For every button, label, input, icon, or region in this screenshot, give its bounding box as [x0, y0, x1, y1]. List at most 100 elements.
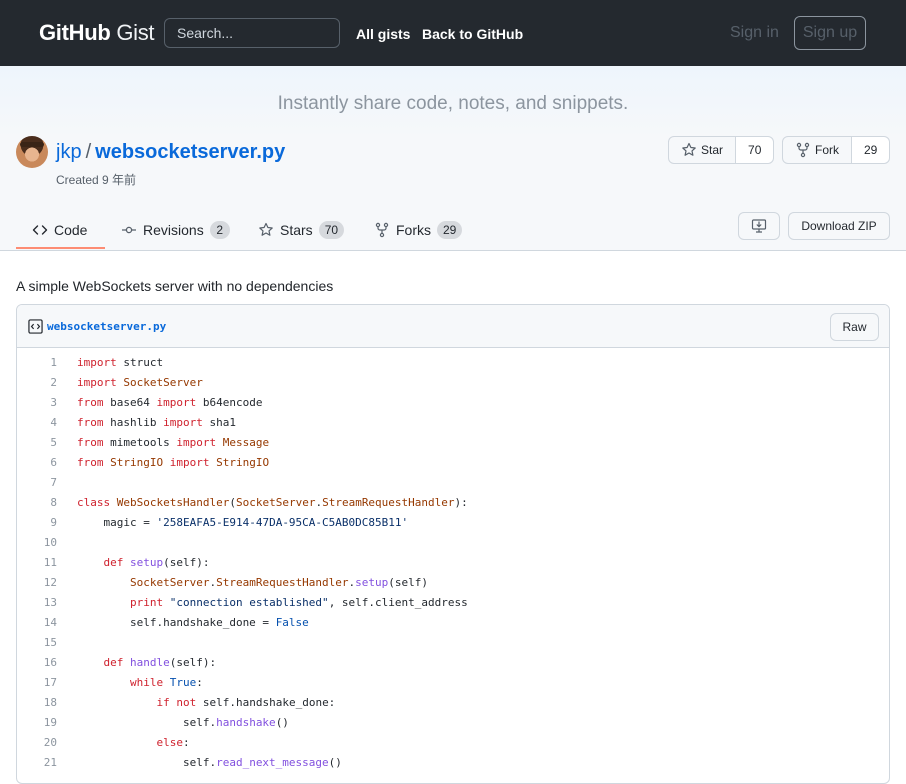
tab-forks-label: Forks: [396, 222, 431, 238]
line-source: def setup(self):: [103, 556, 210, 569]
line-number[interactable]: 5: [17, 433, 57, 453]
code-line: 3 from base64 import b64encode: [17, 393, 889, 413]
line-source: import struct: [77, 356, 164, 369]
line-source: from hashlib import sha1: [77, 416, 236, 429]
line-number[interactable]: 14: [17, 613, 57, 633]
line-number[interactable]: 12: [17, 573, 57, 593]
fork-button[interactable]: Fork: [783, 137, 852, 163]
download-desktop-icon: [751, 219, 767, 233]
tab-code-label: Code: [54, 222, 88, 238]
line-number[interactable]: 17: [17, 673, 57, 693]
tab-forks[interactable]: Forks 29: [374, 210, 463, 250]
top-navbar: GitHub Gist All gists Back to GitHub Sig…: [0, 0, 906, 66]
back-to-github-link[interactable]: Back to GitHub: [422, 26, 523, 42]
code-line: 2 import SocketServer: [17, 373, 889, 393]
download-zip-button[interactable]: Download ZIP: [788, 212, 890, 240]
tab-code[interactable]: Code: [32, 210, 87, 250]
code-line: 15: [17, 633, 889, 653]
line-number[interactable]: 13: [17, 593, 57, 613]
code-line: 9 magic = '258EAFA5-E914-47DA-95CA-C5AB0…: [17, 513, 889, 533]
owner-link[interactable]: jkp: [56, 141, 82, 163]
line-source: magic = '258EAFA5-E914-47DA-95CA-C5AB0DC…: [77, 516, 409, 529]
code-line: 5 from mimetools import Message: [17, 433, 889, 453]
line-number[interactable]: 18: [17, 693, 57, 713]
star-icon: [259, 222, 273, 236]
line-source: else:: [156, 736, 190, 749]
fork-label: Fork: [815, 143, 839, 157]
line-number[interactable]: 10: [17, 533, 57, 553]
gist-title: jkp / websocketserver.py: [56, 141, 285, 164]
fork-icon: [796, 142, 810, 158]
star-count[interactable]: 70: [736, 137, 774, 163]
file-container: websocketserver.py Raw 1 import struct 2 im…: [16, 304, 890, 784]
code-line: 7: [17, 473, 889, 493]
gist-name-link[interactable]: websocketserver.py: [95, 141, 285, 163]
tab-revisions-count: 2: [209, 221, 230, 239]
line-number[interactable]: 4: [17, 413, 57, 433]
avatar[interactable]: [16, 136, 48, 168]
line-number[interactable]: 3: [17, 393, 57, 413]
line-number[interactable]: 8: [17, 493, 57, 513]
line-number[interactable]: 2: [17, 373, 57, 393]
line-number[interactable]: 19: [17, 713, 57, 733]
title-separator: /: [85, 141, 92, 163]
file-header: websocketserver.py Raw: [17, 305, 889, 348]
code-line: 6 from StringIO import StringIO: [17, 453, 889, 473]
code-line: 11 def setup(self):: [17, 553, 889, 573]
commit-icon: [122, 226, 136, 234]
search-input[interactable]: [164, 18, 340, 48]
tab-revisions-label: Revisions: [143, 222, 204, 238]
star-button-group: Star 70: [668, 136, 775, 164]
line-source: while True:: [129, 676, 203, 689]
line-number[interactable]: 7: [17, 473, 57, 493]
line-number[interactable]: 20: [17, 733, 57, 753]
star-button[interactable]: Star: [669, 137, 737, 163]
code-line: 14 self.handshake_done = False: [17, 613, 889, 633]
code-line: 1 import struct: [17, 353, 889, 373]
fork-count[interactable]: 29: [852, 137, 890, 163]
star-label: Star: [701, 143, 724, 157]
file-name-link[interactable]: websocketserver.py: [47, 320, 166, 333]
raw-button[interactable]: Raw: [830, 313, 879, 341]
line-number[interactable]: 15: [17, 633, 57, 653]
line-number[interactable]: 9: [17, 513, 57, 533]
line-source: self.handshake_done = False: [77, 616, 309, 629]
line-number[interactable]: 11: [17, 553, 57, 573]
code-line: 8 class WebSocketsHandler(SocketServer.St…: [17, 493, 889, 513]
line-source: from mimetools import Message: [77, 436, 270, 449]
sign-up-button[interactable]: Sign up: [794, 16, 866, 50]
code-line: 16 def handle(self):: [17, 653, 889, 673]
tab-forks-count: 29: [437, 221, 463, 239]
clone-button[interactable]: [738, 212, 780, 240]
github-gist-logo[interactable]: GitHub Gist: [39, 20, 155, 46]
gist-header: Instantly share code, notes, and snippet…: [0, 66, 906, 251]
code-line: 10: [17, 533, 889, 553]
line-number[interactable]: 16: [17, 653, 57, 673]
tab-stars[interactable]: Stars 70: [258, 210, 345, 250]
code-line: 20 else:: [17, 733, 889, 753]
code-line: 21 self.read_next_message(): [17, 753, 889, 773]
line-source: SocketServer.StreamRequestHandler.setup(…: [129, 576, 429, 589]
code-line: 17 while True:: [17, 673, 889, 693]
tab-stars-count: 70: [318, 221, 345, 239]
code-line: 18 if not self.handshake_done:: [17, 693, 889, 713]
line-source: self.read_next_message(): [77, 756, 342, 769]
tagline: Instantly share code, notes, and snippet…: [277, 93, 629, 114]
sign-in-link[interactable]: Sign in: [730, 24, 779, 42]
line-number[interactable]: 1: [17, 353, 57, 373]
all-gists-link[interactable]: All gists: [356, 26, 410, 42]
gist-description: A simple WebSockets server with no depen…: [16, 278, 334, 294]
code-line: 19 self.handshake(): [17, 713, 889, 733]
line-number[interactable]: 21: [17, 753, 57, 773]
code-line: 13 print "connection established", self.…: [17, 593, 889, 613]
line-source: from StringIO import StringIO: [77, 456, 270, 469]
fork-button-group: Fork 29: [782, 136, 891, 164]
line-source: self.handshake(): [77, 716, 289, 729]
line-number[interactable]: 6: [17, 453, 57, 473]
file-code-icon: [28, 319, 43, 334]
tab-revisions[interactable]: Revisions 2: [121, 210, 230, 250]
line-source: print "connection established", self.cli…: [129, 596, 468, 609]
line-source: import SocketServer: [77, 376, 203, 389]
code-line: 12 SocketServer.StreamRequestHandler.set…: [17, 573, 889, 593]
code-icon: [32, 225, 48, 235]
